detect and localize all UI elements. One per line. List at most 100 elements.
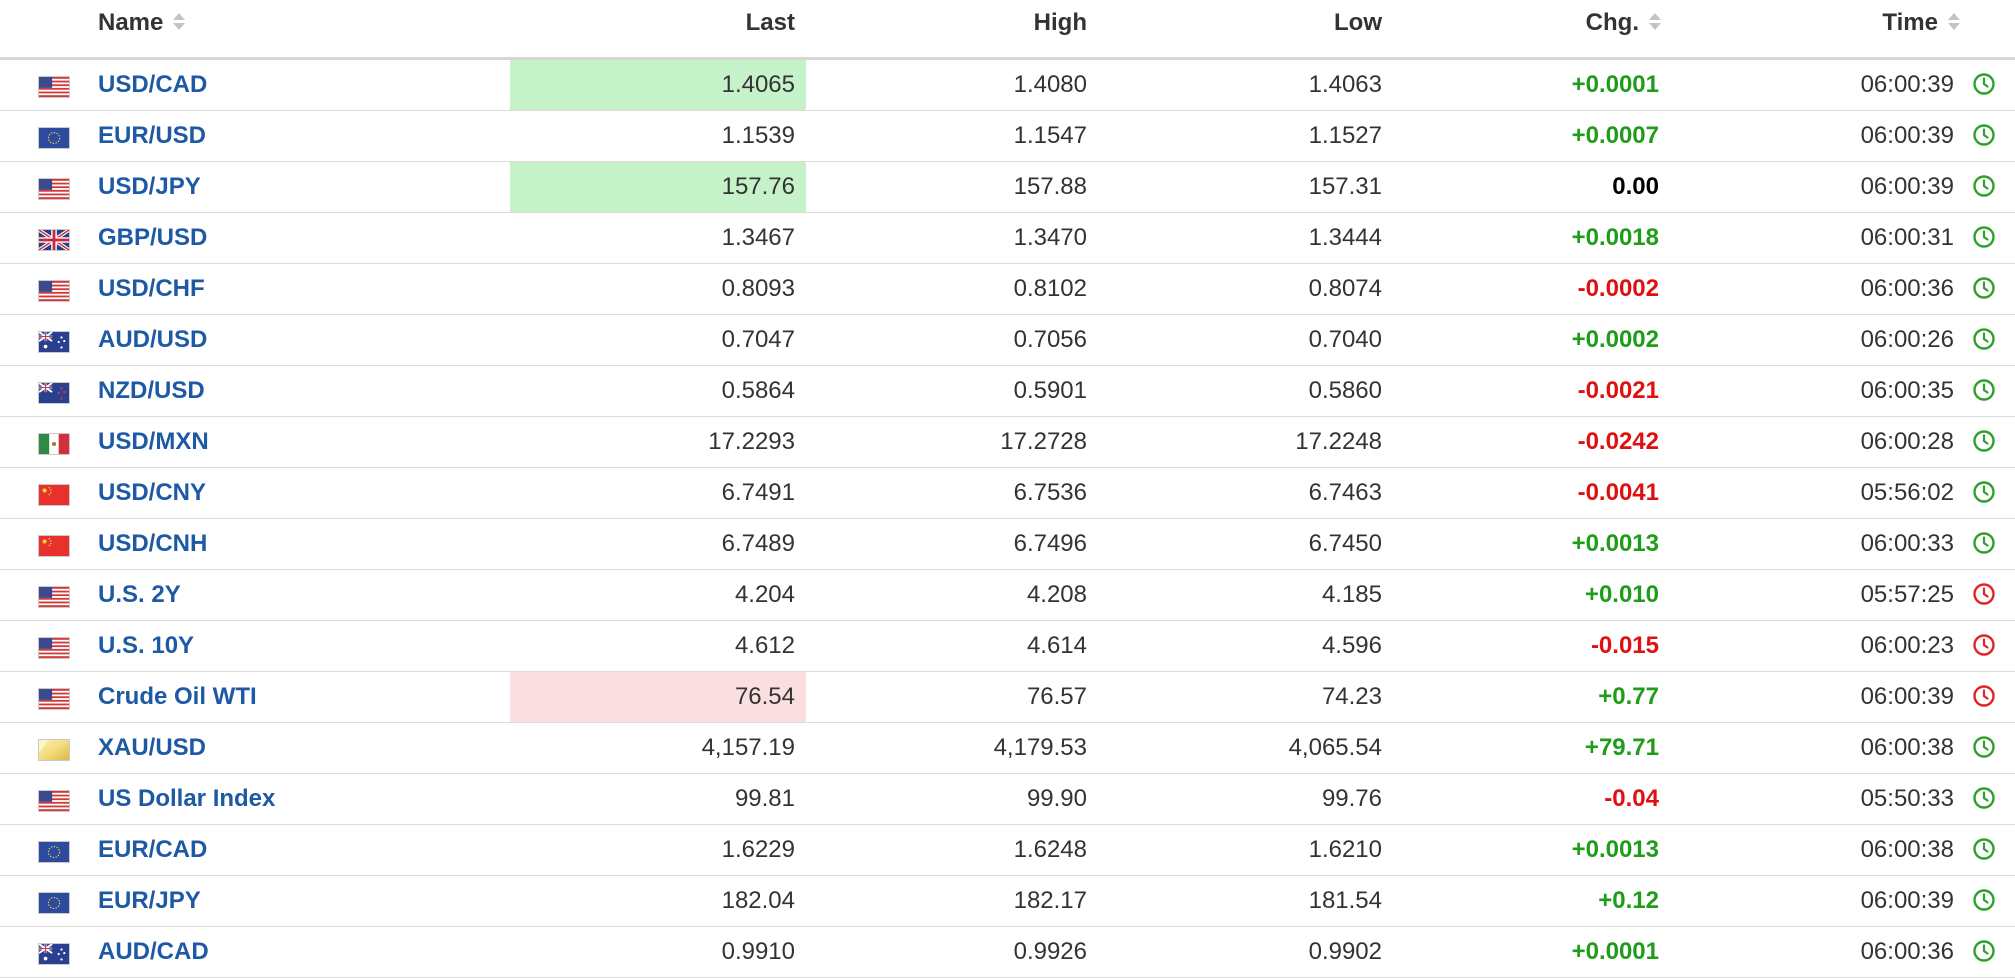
header-time-label: Time — [1882, 9, 1938, 36]
instrument-link[interactable]: EUR/CAD — [98, 825, 207, 875]
table-row: NZD/USD 0.5864 0.5901 0.5860 -0.0021 06:00:35 — [0, 366, 2015, 417]
instrument-link[interactable]: Crude Oil WTI — [98, 672, 257, 722]
header-time[interactable]: Time — [1882, 0, 1960, 48]
table-row: USD/CNH 6.7489 6.7496 6.7450 +0.0013 06:00:33 — [0, 519, 2015, 570]
header-high: High — [1034, 0, 1087, 48]
last-price-value: 1.3467 — [721, 224, 795, 251]
instrument-link[interactable]: USD/JPY — [98, 162, 201, 212]
change-value: -0.0041 — [1577, 479, 1659, 506]
instrument-link[interactable]: U.S. 2Y — [98, 570, 181, 620]
table-body: USD/CAD 1.4065 1.4080 1.4063 +0.0001 06:00:39… — [0, 60, 2015, 978]
instrument-link[interactable]: USD/MXN — [98, 417, 209, 467]
instrument-link[interactable]: AUD/CAD — [98, 927, 209, 977]
low-price: 0.9902 — [1308, 938, 1382, 965]
instrument-link[interactable]: EUR/USD — [98, 111, 206, 161]
last-price-value: 0.7047 — [721, 326, 795, 353]
clock-delayed-icon — [1972, 582, 1996, 606]
table-row: USD/CAD 1.4065 1.4080 1.4063 +0.0001 06:00:39 — [0, 60, 2015, 111]
high-price: 4,179.53 — [993, 734, 1087, 761]
flag-cell — [38, 264, 72, 314]
high-price: 6.7536 — [1013, 479, 1087, 506]
low-price: 6.7463 — [1308, 479, 1382, 506]
flag-cell — [38, 774, 72, 824]
low-price: 181.54 — [1308, 887, 1382, 914]
change-value: +0.0007 — [1571, 122, 1659, 149]
flag-cell — [38, 570, 72, 620]
instrument-link[interactable]: XAU/USD — [98, 723, 206, 773]
low-price: 1.1527 — [1308, 122, 1382, 149]
header-low-label: Low — [1334, 9, 1382, 36]
change-value: +0.0013 — [1571, 836, 1659, 863]
last-price-value: 4,157.19 — [701, 734, 795, 761]
clock-cell — [1972, 417, 1998, 467]
last-price: 6.7489 — [510, 519, 806, 569]
time-value: 06:00:33 — [1860, 530, 1954, 557]
high-price: 157.88 — [1013, 173, 1087, 200]
last-price: 17.2293 — [510, 417, 806, 467]
flag-cell — [38, 825, 72, 875]
flag-cell — [38, 876, 72, 926]
flag-cell — [38, 366, 72, 416]
time-value: 06:00:31 — [1860, 224, 1954, 251]
instrument-link[interactable]: AUD/USD — [98, 315, 207, 365]
low-price: 17.2248 — [1295, 428, 1382, 455]
clock-cell — [1972, 825, 1998, 875]
high-price: 0.8102 — [1013, 275, 1087, 302]
high-price: 6.7496 — [1013, 530, 1087, 557]
table-row: AUD/USD 0.7047 0.7056 0.7040 +0.0002 06:00:26 — [0, 315, 2015, 366]
clock-delayed-icon — [1972, 633, 1996, 657]
low-price: 4.185 — [1321, 581, 1382, 608]
clock-cell — [1972, 213, 1998, 263]
flag-cell — [38, 111, 72, 161]
header-chg[interactable]: Chg. — [1586, 0, 1661, 48]
flag-cell — [38, 621, 72, 671]
last-price: 182.04 — [510, 876, 806, 926]
flag-cell — [38, 417, 72, 467]
clock-cell — [1972, 570, 1998, 620]
sort-icon[interactable] — [1647, 11, 1661, 33]
table-row: USD/JPY 157.76 157.88 157.31 0.00 06:00:39 — [0, 162, 2015, 213]
us-flag-icon — [38, 586, 70, 608]
instrument-link[interactable]: USD/CHF — [98, 264, 205, 314]
low-price: 1.6210 — [1308, 836, 1382, 863]
last-price: 0.7047 — [510, 315, 806, 365]
instrument-link[interactable]: GBP/USD — [98, 213, 207, 263]
change-value: +0.12 — [1598, 887, 1659, 914]
last-price-value: 1.1539 — [721, 122, 795, 149]
table-row: USD/CNY 6.7491 6.7536 6.7463 -0.0041 05:56:02 — [0, 468, 2015, 519]
last-price-value: 6.7489 — [721, 530, 795, 557]
table-row: GBP/USD 1.3467 1.3470 1.3444 +0.0018 06:00:31 — [0, 213, 2015, 264]
instrument-link[interactable]: U.S. 10Y — [98, 621, 194, 671]
instrument-link[interactable]: US Dollar Index — [98, 774, 275, 824]
last-price: 157.76 — [510, 162, 806, 212]
change-value: +0.0002 — [1571, 326, 1659, 353]
low-price: 1.3444 — [1308, 224, 1382, 251]
last-price-value: 99.81 — [734, 785, 795, 812]
flag-cell — [38, 315, 72, 365]
instrument-link[interactable]: USD/CNY — [98, 468, 206, 518]
mx-flag-icon — [38, 433, 70, 455]
clock-cell — [1972, 519, 1998, 569]
high-price: 4.614 — [1026, 632, 1087, 659]
instrument-link[interactable]: NZD/USD — [98, 366, 205, 416]
last-price-value: 6.7491 — [721, 479, 795, 506]
time-value: 06:00:36 — [1860, 275, 1954, 302]
instrument-link[interactable]: USD/CNH — [98, 519, 207, 569]
time-value: 06:00:35 — [1860, 377, 1954, 404]
sort-icon[interactable] — [1946, 11, 1960, 33]
sort-icon[interactable] — [171, 11, 186, 33]
us-flag-icon — [38, 178, 70, 200]
change-value: 0.00 — [1612, 173, 1659, 200]
header-name[interactable]: Name — [98, 0, 186, 48]
last-price-value: 0.8093 — [721, 275, 795, 302]
flag-cell — [38, 213, 72, 263]
instrument-link[interactable]: EUR/JPY — [98, 876, 201, 926]
table-header: Name Last High Low Chg. Time — [0, 0, 2015, 60]
clock-live-icon — [1972, 276, 1996, 300]
time-value: 06:00:39 — [1860, 683, 1954, 710]
instrument-link[interactable]: USD/CAD — [98, 60, 207, 110]
high-price: 17.2728 — [1000, 428, 1087, 455]
last-price: 0.8093 — [510, 264, 806, 314]
flag-cell — [38, 723, 72, 773]
clock-cell — [1972, 672, 1998, 722]
